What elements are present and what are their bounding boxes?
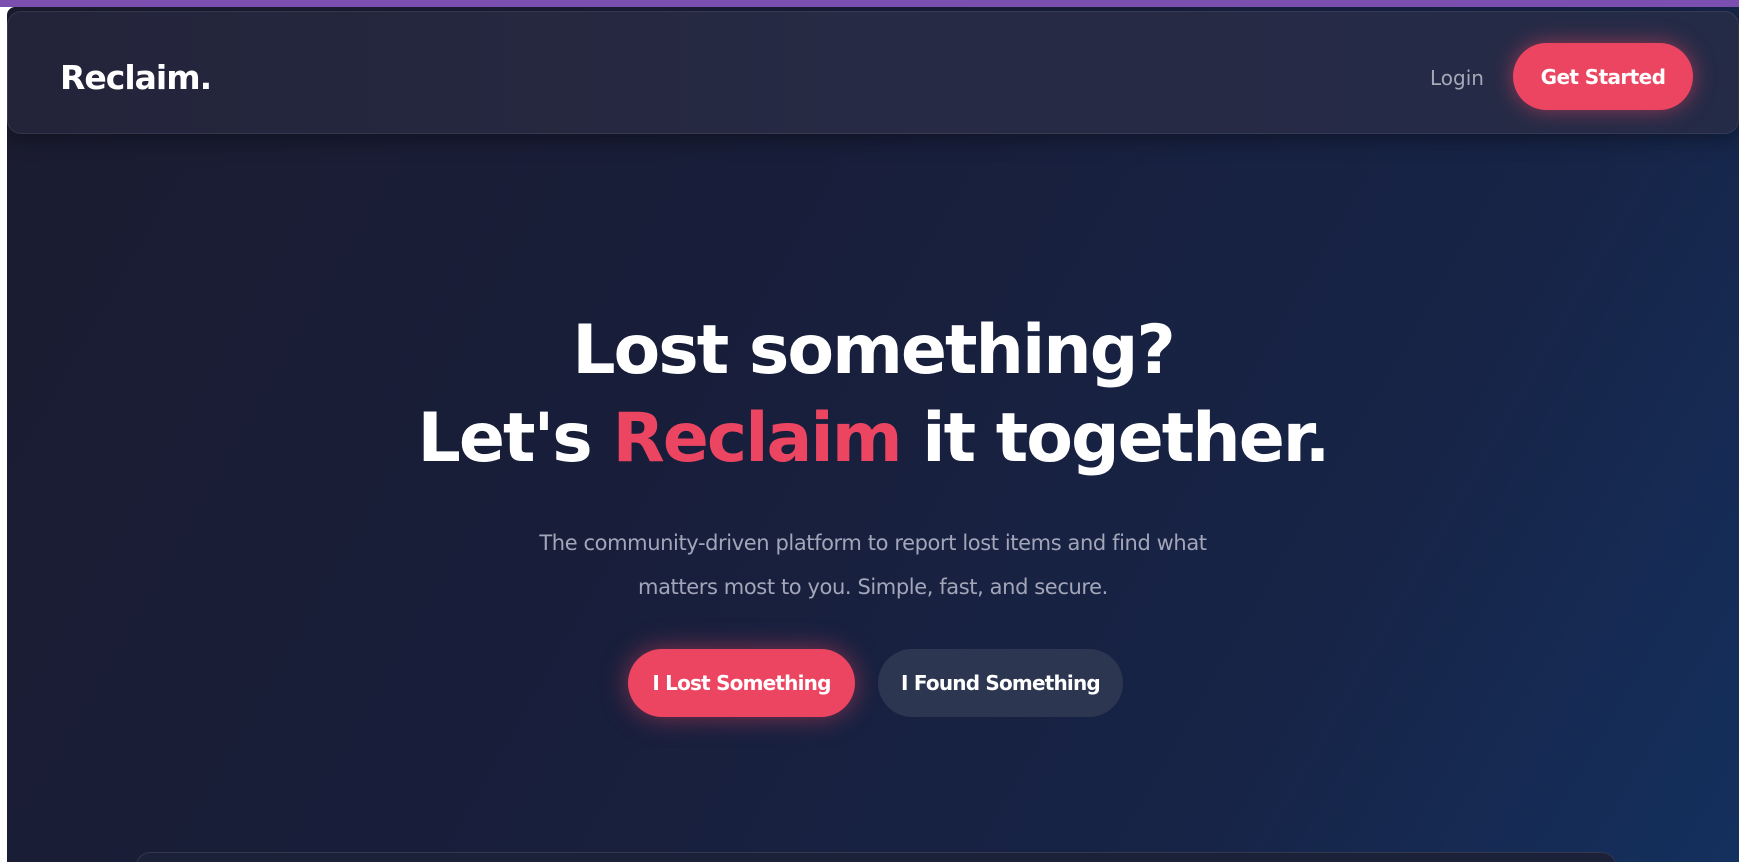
- headline-line-1: Lost something?: [572, 311, 1176, 390]
- i-lost-something-button[interactable]: I Lost Something: [628, 649, 855, 717]
- subtitle-line-1: The community-driven platform to report …: [539, 531, 1207, 555]
- window-frame-top: [0, 0, 1739, 7]
- headline-line-2-pre: Let's: [417, 399, 613, 478]
- hero-subtitle: The community-driven platform to report …: [493, 521, 1253, 609]
- get-started-button[interactable]: Get Started: [1513, 43, 1693, 110]
- headline-accent-word: Reclaim: [612, 399, 902, 478]
- navbar: Reclaim. Login Get Started: [7, 11, 1739, 134]
- subtitle-line-2: matters most to you. Simple, fast, and s…: [638, 575, 1108, 599]
- login-link[interactable]: Login: [1430, 66, 1484, 90]
- content-card-top-edge: [136, 852, 1616, 862]
- hero-section: Lost something? Let's Reclaim it togethe…: [7, 307, 1739, 609]
- landing-page: Reclaim. Login Get Started Lost somethin…: [7, 7, 1739, 862]
- hero-headline: Lost something? Let's Reclaim it togethe…: [7, 307, 1739, 483]
- i-found-something-button[interactable]: I Found Something: [878, 649, 1123, 717]
- headline-line-2-post: it together.: [900, 399, 1330, 478]
- brand-logo[interactable]: Reclaim.: [60, 58, 212, 97]
